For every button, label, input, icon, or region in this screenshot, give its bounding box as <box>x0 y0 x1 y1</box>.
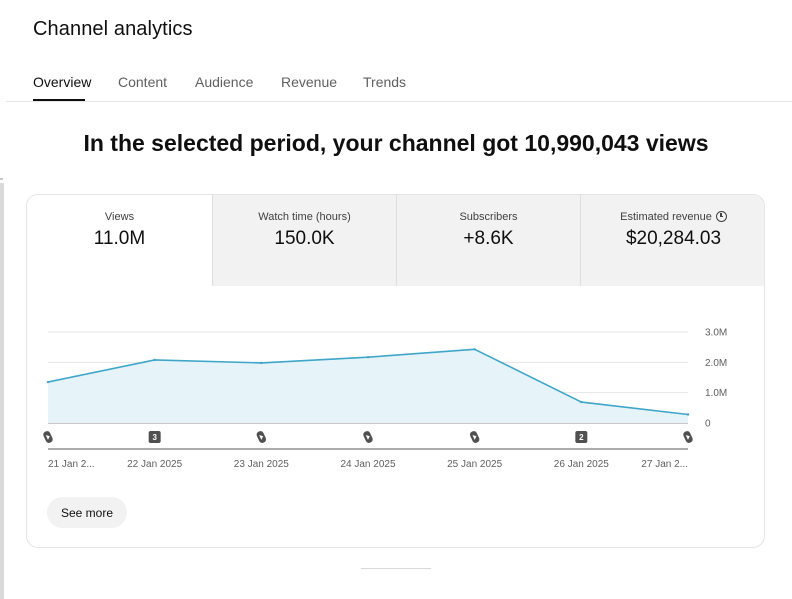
see-more-button[interactable]: See more <box>47 497 128 528</box>
metric-value: 150.0K <box>274 228 335 249</box>
shorts-icon <box>256 431 267 443</box>
metric-value: 11.0M <box>93 228 146 249</box>
y-tick-label: 0 <box>705 419 711 430</box>
metric-value: +8.6K <box>463 228 514 249</box>
views-area <box>48 349 688 423</box>
x-tick-label: 25 Jan 2025 <box>447 459 502 470</box>
views-chart-svg: 3.0M 2.0M 1.0M 0 21 Jan 2... 3 22 Jan 2025 23 J… <box>43 328 727 470</box>
left-rail <box>0 183 4 599</box>
metric-label-text: Estimated revenue <box>620 211 712 223</box>
video-count-label: 2 <box>579 433 584 442</box>
tab-trends[interactable]: Trends <box>363 74 406 90</box>
shorts-icon <box>683 431 693 443</box>
tab-overview[interactable]: Overview <box>33 74 91 90</box>
data-point <box>366 355 370 359</box>
metric-tab-estimated-revenue[interactable]: Estimated revenue $20,284.03 <box>580 195 764 286</box>
data-point <box>580 400 583 404</box>
metric-label: Subscribers <box>459 211 518 223</box>
active-tab-indicator <box>33 99 85 101</box>
x-tick-label: 27 Jan 2... <box>641 459 688 470</box>
y-tick-label: 3.0M <box>705 328 727 339</box>
metric-label: Estimated revenue <box>581 211 764 223</box>
tab-content[interactable]: Content <box>118 74 167 90</box>
metric-tabs: Views 11.0M Watch time (hours) 150.0K Su… <box>27 195 764 286</box>
page-title: Channel analytics <box>33 18 193 40</box>
shorts-icon <box>43 431 53 443</box>
x-tick-label: 22 Jan 2025 <box>127 459 182 470</box>
metric-label: Views <box>104 211 135 223</box>
analytics-card: Views 11.0M Watch time (hours) 150.0K Su… <box>26 194 765 548</box>
y-tick-label: 1.0M <box>705 388 727 399</box>
x-tick-label: 21 Jan 2... <box>48 459 95 470</box>
data-point <box>473 348 476 351</box>
metric-tab-watch-time[interactable]: Watch time (hours) 150.0K <box>212 195 396 286</box>
tab-bar: Overview Content Audience Revenue Trends <box>6 66 792 102</box>
bottom-divider <box>361 568 431 569</box>
shorts-icon <box>469 431 480 443</box>
tab-audience[interactable]: Audience <box>195 74 253 90</box>
metric-tab-subscribers[interactable]: Subscribers +8.6K <box>396 195 580 286</box>
shorts-icon <box>363 431 373 443</box>
views-summary-headline: In the selected period, your channel got… <box>83 130 709 156</box>
metric-value: $20,284.03 <box>625 228 722 249</box>
data-point <box>686 413 690 416</box>
y-tick-label: 2.0M <box>705 358 727 369</box>
x-tick-label: 26 Jan 2025 <box>554 459 609 470</box>
data-point <box>260 361 263 365</box>
left-rail-tick <box>0 178 3 180</box>
video-count-label: 3 <box>152 433 157 442</box>
x-tick-label: 23 Jan 2025 <box>234 459 289 470</box>
data-point <box>46 380 50 384</box>
metric-label: Watch time (hours) <box>258 211 351 223</box>
x-tick-label: 24 Jan 2025 <box>340 459 395 470</box>
views-chart: 3.0M 2.0M 1.0M 0 21 Jan 2... 3 22 Jan 2025 23 J… <box>27 286 764 486</box>
data-point <box>153 358 156 362</box>
tab-revenue[interactable]: Revenue <box>281 74 337 90</box>
clock-icon[interactable] <box>715 211 727 222</box>
metric-tab-views[interactable]: Views 11.0M <box>27 195 212 286</box>
